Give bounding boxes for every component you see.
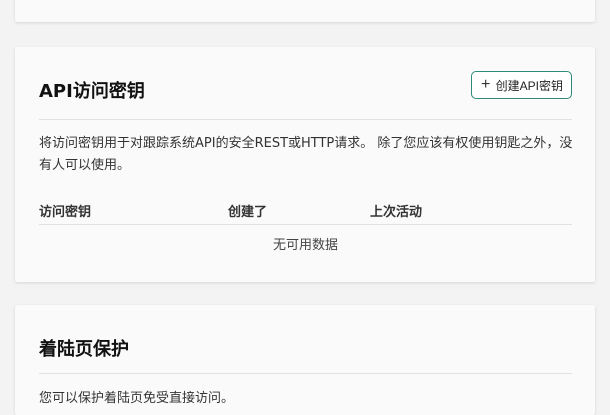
landing-protection-description: 您可以保护着陆页免受直接访问。 xyxy=(39,391,235,406)
landing-header-divider xyxy=(39,373,572,374)
previous-section-card xyxy=(15,0,595,22)
api-keys-description: 将访问密钥用于对跟踪系统API的安全REST或HTTP请求。 除了您应该有权使用… xyxy=(39,136,573,173)
landing-protection-card: 着陆页保护 您可以保护着陆页免受直接访问。 xyxy=(15,305,595,415)
plus-icon: + xyxy=(480,76,491,93)
column-header-last-activity: 上次活动 xyxy=(370,205,423,220)
column-header-created: 创建了 xyxy=(228,205,268,220)
column-header-access-key: 访问密钥 xyxy=(39,205,92,220)
create-api-key-label: 创建API密钥 xyxy=(495,78,563,93)
header-divider xyxy=(39,119,572,120)
api-keys-card: API访问密钥 + 创建API密钥 将访问密钥用于对跟踪系统API的安全REST… xyxy=(15,47,595,282)
landing-protection-title: 着陆页保护 xyxy=(39,339,129,360)
table-header-divider xyxy=(39,224,572,225)
empty-table-message: 无可用数据 xyxy=(272,238,338,253)
create-api-key-button[interactable]: + 创建API密钥 xyxy=(470,71,572,99)
api-keys-title: API访问密钥 xyxy=(39,81,145,102)
